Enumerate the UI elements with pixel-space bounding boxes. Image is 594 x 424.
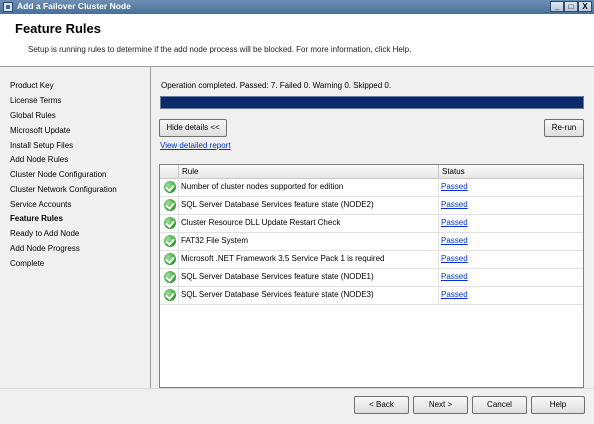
nav-item-ready-to-add-node[interactable]: Ready to Add Node xyxy=(10,228,79,240)
nav-item-service-accounts[interactable]: Service Accounts xyxy=(10,199,71,211)
check-circle-icon xyxy=(164,235,176,247)
footer-divider xyxy=(0,388,594,389)
column-header-status[interactable]: Status xyxy=(442,167,465,176)
check-circle-icon xyxy=(164,217,176,229)
close-button[interactable]: X xyxy=(578,1,592,12)
title-bar: Add a Failover Cluster Node _ □ X xyxy=(0,0,594,14)
nav-divider xyxy=(150,67,151,388)
header-separator xyxy=(438,165,439,178)
check-circle-icon xyxy=(164,253,176,265)
status-link[interactable]: Passed xyxy=(441,254,468,263)
check-circle-icon xyxy=(164,289,176,301)
page-description: Setup is running rules to determine if t… xyxy=(28,45,412,54)
table-row: Cluster Resource DLL Update Restart Chec… xyxy=(160,214,583,233)
next-button[interactable]: Next > xyxy=(413,396,468,414)
rule-name: Microsoft .NET Framework 3.5 Service Pac… xyxy=(181,254,385,263)
nav-item-cluster-node-configuration[interactable]: Cluster Node Configuration xyxy=(10,169,107,181)
cell-separator xyxy=(438,178,439,196)
status-link[interactable]: Passed xyxy=(441,218,468,227)
cell-separator xyxy=(178,196,179,214)
table-row: SQL Server Database Services feature sta… xyxy=(160,286,583,305)
cell-separator xyxy=(178,286,179,304)
nav-item-license-terms[interactable]: License Terms xyxy=(10,95,61,107)
help-button[interactable]: Help xyxy=(531,396,585,414)
hide-details-button[interactable]: Hide details << xyxy=(159,119,227,137)
nav-item-add-node-progress[interactable]: Add Node Progress xyxy=(10,243,80,255)
operation-summary: Operation completed. Passed: 7. Failed 0… xyxy=(161,81,392,90)
check-circle-icon xyxy=(164,199,176,211)
rule-name: FAT32 File System xyxy=(181,236,248,245)
nav-item-complete[interactable]: Complete xyxy=(10,258,44,270)
nav-item-cluster-network-configuration[interactable]: Cluster Network Configuration xyxy=(10,184,117,196)
page-title: Feature Rules xyxy=(15,21,101,36)
status-link[interactable]: Passed xyxy=(441,182,468,191)
header-separator xyxy=(178,165,179,178)
cell-separator xyxy=(178,268,179,286)
cell-separator xyxy=(178,178,179,196)
cell-separator xyxy=(438,214,439,232)
column-header-rule[interactable]: Rule xyxy=(182,167,198,176)
nav-item-add-node-rules[interactable]: Add Node Rules xyxy=(10,154,68,166)
wizard-steps-nav: Product Key License Terms Global Rules M… xyxy=(0,67,150,389)
table-row: SQL Server Database Services feature sta… xyxy=(160,268,583,287)
app-icon xyxy=(3,2,13,12)
cell-separator xyxy=(438,268,439,286)
status-link[interactable]: Passed xyxy=(441,290,468,299)
grid-header: Rule Status xyxy=(160,165,583,179)
back-button[interactable]: < Back xyxy=(354,396,409,414)
rerun-button[interactable]: Re-run xyxy=(544,119,584,137)
check-circle-icon xyxy=(164,271,176,283)
cell-separator xyxy=(438,250,439,268)
rule-name: Number of cluster nodes supported for ed… xyxy=(181,182,344,191)
cell-separator xyxy=(438,232,439,250)
table-row: Number of cluster nodes supported for ed… xyxy=(160,178,583,197)
cell-separator xyxy=(178,250,179,268)
rule-name: Cluster Resource DLL Update Restart Chec… xyxy=(181,218,341,227)
window-title: Add a Failover Cluster Node xyxy=(17,1,131,11)
progress-bar xyxy=(160,96,584,109)
rules-grid: Rule Status Number of cluster nodes supp… xyxy=(159,164,584,388)
maximize-button[interactable]: □ xyxy=(564,1,578,12)
cancel-button[interactable]: Cancel xyxy=(472,396,527,414)
table-row: SQL Server Database Services feature sta… xyxy=(160,196,583,215)
nav-item-feature-rules[interactable]: Feature Rules xyxy=(10,213,63,225)
nav-item-global-rules[interactable]: Global Rules xyxy=(10,110,56,122)
status-link[interactable]: Passed xyxy=(441,236,468,245)
cell-separator xyxy=(438,196,439,214)
nav-item-install-setup-files[interactable]: Install Setup Files xyxy=(10,140,73,152)
nav-item-product-key[interactable]: Product Key xyxy=(10,80,54,92)
page-header: Feature Rules Setup is running rules to … xyxy=(0,14,594,67)
rule-name: SQL Server Database Services feature sta… xyxy=(181,272,374,281)
table-row: Microsoft .NET Framework 3.5 Service Pac… xyxy=(160,250,583,269)
view-detailed-report-link[interactable]: View detailed report xyxy=(160,141,231,150)
nav-item-microsoft-update[interactable]: Microsoft Update xyxy=(10,125,70,137)
rule-name: SQL Server Database Services feature sta… xyxy=(181,200,374,209)
status-link[interactable]: Passed xyxy=(441,272,468,281)
table-row: FAT32 File System Passed xyxy=(160,232,583,251)
cell-separator xyxy=(178,232,179,250)
rule-name: SQL Server Database Services feature sta… xyxy=(181,290,374,299)
minimize-button[interactable]: _ xyxy=(550,1,564,12)
check-circle-icon xyxy=(164,181,176,193)
cell-separator xyxy=(178,214,179,232)
cell-separator xyxy=(438,286,439,304)
status-link[interactable]: Passed xyxy=(441,200,468,209)
